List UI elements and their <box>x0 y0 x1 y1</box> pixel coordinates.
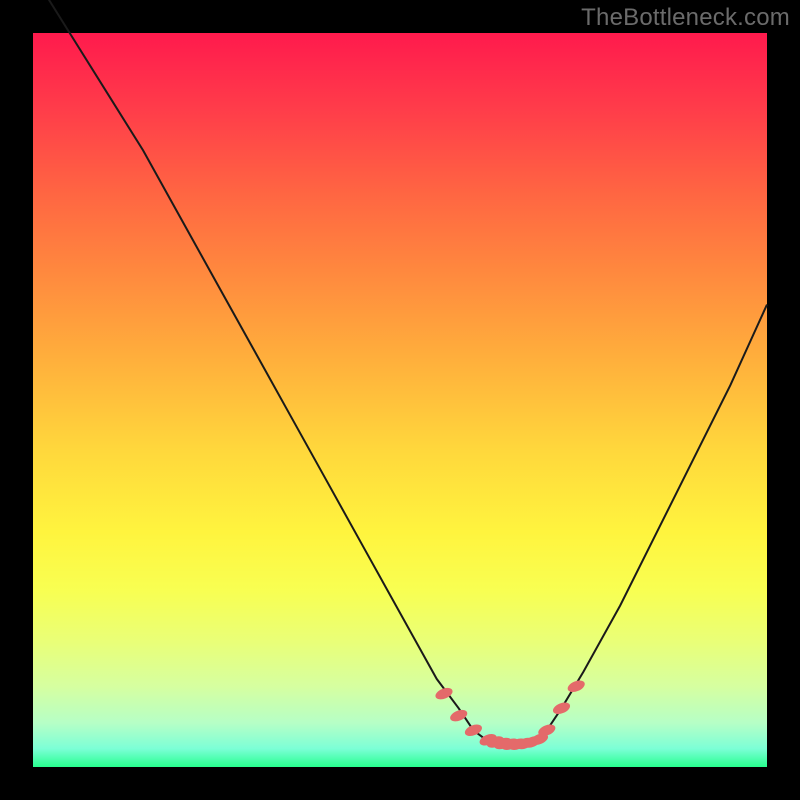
curve-markers <box>434 678 587 752</box>
watermark-text: TheBottleneck.com <box>581 4 790 32</box>
curve-marker <box>551 700 571 716</box>
chart-svg <box>33 33 767 767</box>
curve-marker <box>566 678 586 694</box>
bottleneck-curve <box>33 0 767 745</box>
chart-frame: TheBottleneck.com <box>0 0 800 800</box>
plot-area <box>33 33 767 767</box>
